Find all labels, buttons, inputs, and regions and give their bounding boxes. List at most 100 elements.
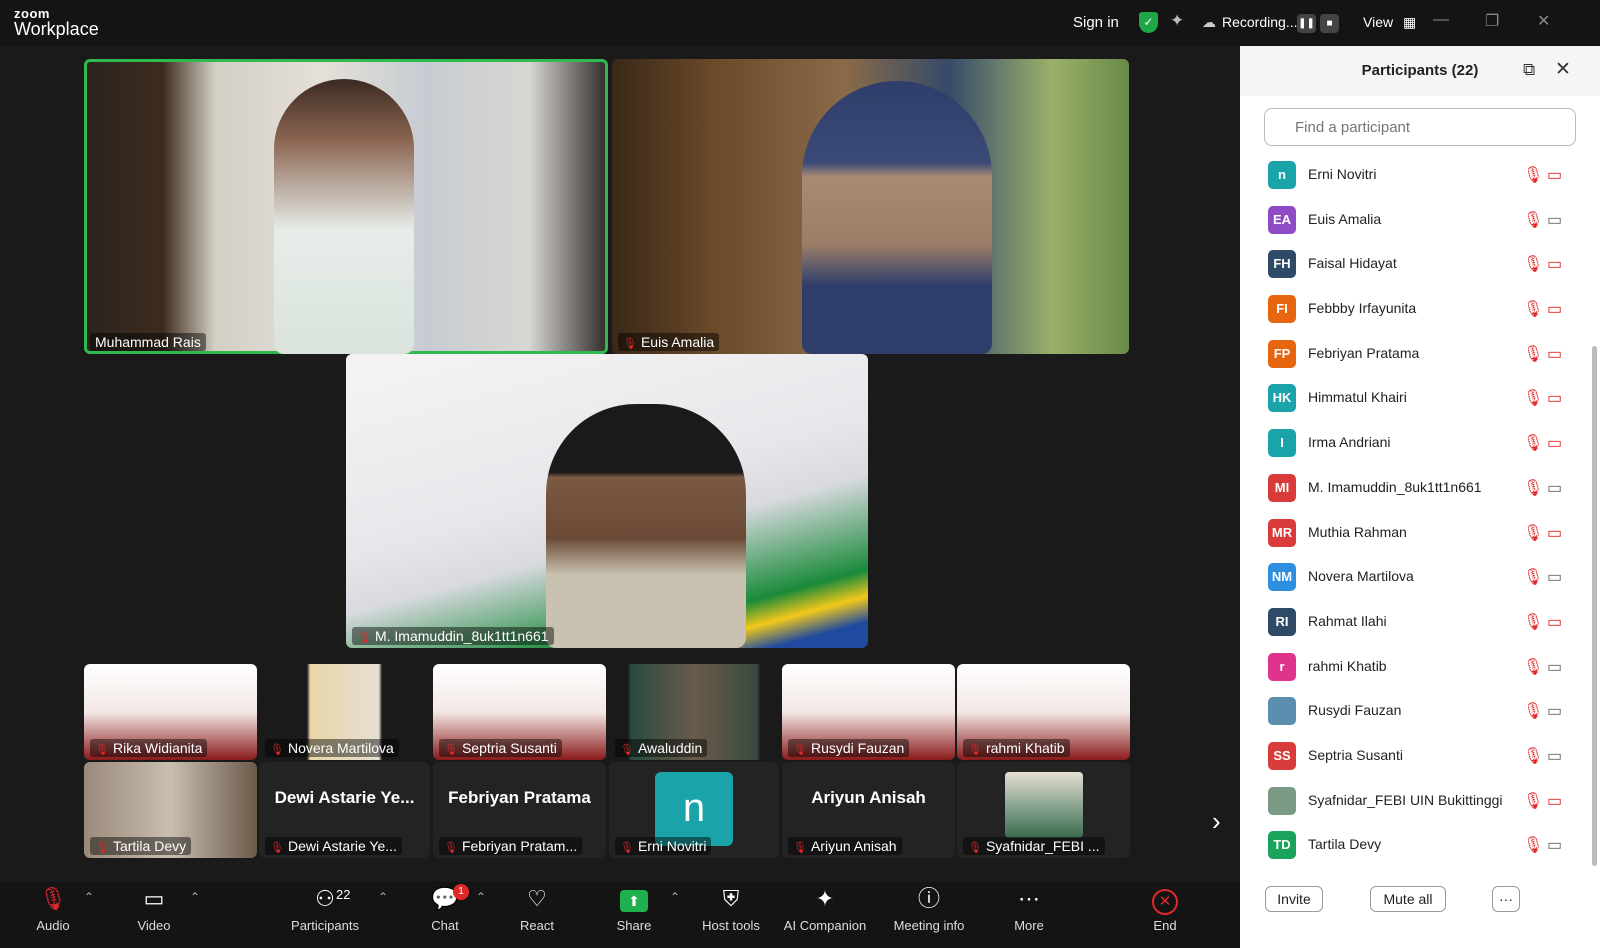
participant-row[interactable]: FH Faisal Hidayat 🎙 ▭ xyxy=(1240,242,1600,287)
popout-icon[interactable]: ⧉ xyxy=(1523,60,1535,80)
participant-row[interactable]: Syafnidar_FEBI UIN Bukittinggi 🎙 ▭ xyxy=(1240,779,1600,824)
gallery-tile[interactable]: Ariyun Anisah 🎙 Ariyun Anisah xyxy=(782,762,955,858)
mic-muted-icon[interactable]: 🎙 xyxy=(1523,523,1543,543)
mic-off-icon: 🎙 xyxy=(620,744,634,756)
video-tile[interactable]: 🎙 Euis Amalia xyxy=(612,59,1129,354)
close-window-icon[interactable]: ✕ xyxy=(1537,11,1550,31)
react-button[interactable]: ♡ React xyxy=(492,882,582,933)
video-tile[interactable]: 🎙 M. Imamuddin_8uk1tt1n661 xyxy=(346,354,868,648)
mic-off-icon: 🎙 xyxy=(270,744,284,756)
mic-muted-icon[interactable]: 🎙 xyxy=(1523,344,1543,364)
participant-row[interactable]: SS Septria Susanti 🎙 ▭ xyxy=(1240,734,1600,779)
mic-muted-icon[interactable]: 🎙 xyxy=(1523,165,1543,185)
mic-muted-icon[interactable]: 🎙 xyxy=(1523,299,1543,319)
participant-row[interactable]: EA Euis Amalia 🎙 ▭ xyxy=(1240,198,1600,243)
gallery-tile[interactable]: Dewi Astarie Ye... 🎙 Dewi Astarie Ye... xyxy=(259,762,430,858)
gallery-tile[interactable]: 🎙 Syafnidar_FEBI ... xyxy=(957,762,1130,858)
participant-row[interactable]: I Irma Andriani 🎙 ▭ xyxy=(1240,421,1600,466)
camera-icon[interactable]: ▭ xyxy=(1547,746,1562,766)
shield-icon[interactable]: ✓ xyxy=(1139,12,1158,33)
gallery-tile[interactable]: 🎙 rahmi Khatib xyxy=(957,664,1130,760)
camera-off-icon[interactable]: ▭ xyxy=(1547,254,1562,274)
chevron-up-icon[interactable]: ⌃ xyxy=(670,890,680,904)
participant-row[interactable]: FI Febbby Irfayunita 🎙 ▭ xyxy=(1240,287,1600,332)
tile-name: 🎙 Novera Martilova xyxy=(265,739,399,757)
camera-icon[interactable]: ▭ xyxy=(1547,210,1562,230)
camera-off-icon[interactable]: ▭ xyxy=(1547,344,1562,364)
gallery-tile[interactable]: 🎙 Septria Susanti xyxy=(433,664,606,760)
camera-icon[interactable]: ▭ xyxy=(1547,835,1562,855)
maximize-icon[interactable]: ❐ xyxy=(1485,11,1499,31)
stop-recording-button[interactable]: ■ xyxy=(1320,14,1339,33)
participant-row[interactable]: MR Muthia Rahman 🎙 ▭ xyxy=(1240,511,1600,556)
grid-icon[interactable]: ▦ xyxy=(1403,14,1416,31)
view-button[interactable]: View xyxy=(1363,14,1393,30)
gallery-tile[interactable]: 🎙 Rusydi Fauzan xyxy=(782,664,955,760)
sign-in-link[interactable]: Sign in xyxy=(1073,14,1119,31)
chevron-up-icon[interactable]: ⌃ xyxy=(190,890,200,904)
mic-muted-icon[interactable]: 🎙 xyxy=(1523,791,1543,811)
camera-off-icon[interactable]: ▭ xyxy=(1547,791,1562,811)
participant-row[interactable]: FP Febriyan Pratama 🎙 ▭ xyxy=(1240,332,1600,377)
video-button[interactable]: ▭ Video xyxy=(109,882,199,933)
meeting-info-button[interactable]: ⓘ Meeting info xyxy=(884,882,974,933)
sparkle-icon[interactable]: ✦ xyxy=(1170,11,1184,31)
chevron-up-icon[interactable]: ⌃ xyxy=(378,890,388,904)
mic-muted-icon[interactable]: 🎙 xyxy=(1523,567,1543,587)
mic-off-icon: 🎙 xyxy=(95,842,109,854)
mic-muted-icon[interactable]: 🎙 xyxy=(1523,835,1543,855)
gallery-tile[interactable]: 🎙 Awaluddin xyxy=(609,664,779,760)
avatar: HK xyxy=(1268,384,1296,413)
camera-icon[interactable]: ▭ xyxy=(1547,657,1562,677)
video-tile-active[interactable]: Muhammad Rais xyxy=(84,59,608,354)
minimize-icon[interactable]: — xyxy=(1433,11,1449,29)
camera-off-icon[interactable]: ▭ xyxy=(1547,433,1562,453)
share-button[interactable]: ⬆ Share xyxy=(589,882,679,933)
mic-muted-icon[interactable]: 🎙 xyxy=(1523,254,1543,274)
mic-muted-icon[interactable]: 🎙 xyxy=(1523,388,1543,408)
participant-row[interactable]: r rahmi Khatib 🎙 ▭ xyxy=(1240,645,1600,690)
end-button[interactable]: ✕ End xyxy=(1120,882,1210,933)
invite-button[interactable]: Invite xyxy=(1265,886,1323,912)
ai-companion-button[interactable]: ✦ AI Companion xyxy=(780,882,870,933)
mic-muted-icon[interactable]: 🎙 xyxy=(1523,746,1543,766)
gallery-tile[interactable]: 🎙 Tartila Devy xyxy=(84,762,257,858)
participant-row[interactable]: MI M. Imamuddin_8uk1tt1n661 🎙 ▭ xyxy=(1240,466,1600,511)
scrollbar[interactable] xyxy=(1592,346,1597,866)
camera-off-icon[interactable]: ▭ xyxy=(1547,523,1562,543)
participants-button[interactable]: ⚇ 22 Participants xyxy=(280,882,370,933)
participant-row[interactable]: NM Novera Martilova 🎙 ▭ xyxy=(1240,555,1600,600)
camera-icon[interactable]: ▭ xyxy=(1547,701,1562,721)
participant-row[interactable]: TD Tartila Devy 🎙 ▭ xyxy=(1240,823,1600,868)
mic-muted-icon[interactable]: 🎙 xyxy=(1523,433,1543,453)
camera-off-icon[interactable]: ▭ xyxy=(1547,165,1562,185)
mic-muted-icon[interactable]: 🎙 xyxy=(1523,701,1543,721)
host-tools-button[interactable]: ⛨ Host tools xyxy=(686,882,776,933)
camera-off-icon[interactable]: ▭ xyxy=(1547,612,1562,632)
mic-muted-icon[interactable]: 🎙 xyxy=(1523,478,1543,498)
gallery-tile[interactable]: n 🎙 Erni Novitri xyxy=(609,762,779,858)
participant-row[interactable]: n Erni Novitri 🎙 ▭ xyxy=(1240,153,1600,198)
close-icon[interactable]: ✕ xyxy=(1555,58,1571,81)
next-page-icon[interactable]: › xyxy=(1212,806,1221,837)
camera-icon[interactable]: ▭ xyxy=(1547,567,1562,587)
participant-row[interactable]: HK Himmatul Khairi 🎙 ▭ xyxy=(1240,376,1600,421)
mic-muted-icon[interactable]: 🎙 xyxy=(1523,612,1543,632)
pause-recording-button[interactable]: ❚❚ xyxy=(1297,14,1316,33)
more-button[interactable]: ⋯ More xyxy=(984,882,1074,933)
gallery-tile[interactable]: 🎙 Rika Widianita xyxy=(84,664,257,760)
more-options-button[interactable]: ··· xyxy=(1492,886,1520,912)
gallery-tile[interactable]: Febriyan Pratama 🎙 Febriyan Pratam... xyxy=(433,762,606,858)
chevron-up-icon[interactable]: ⌃ xyxy=(84,890,94,904)
camera-icon[interactable]: ▭ xyxy=(1547,478,1562,498)
participant-row[interactable]: Rusydi Fauzan 🎙 ▭ xyxy=(1240,689,1600,734)
mute-all-button[interactable]: Mute all xyxy=(1370,886,1446,912)
gallery-tile[interactable]: 🎙 Novera Martilova xyxy=(259,664,430,760)
mic-muted-icon[interactable]: 🎙 xyxy=(1523,210,1543,230)
search-input[interactable] xyxy=(1264,108,1576,146)
participant-row[interactable]: RI Rahmat Ilahi 🎙 ▭ xyxy=(1240,600,1600,645)
chevron-up-icon[interactable]: ⌃ xyxy=(476,890,486,904)
mic-muted-icon[interactable]: 🎙 xyxy=(1523,657,1543,677)
camera-off-icon[interactable]: ▭ xyxy=(1547,388,1562,408)
camera-off-icon[interactable]: ▭ xyxy=(1547,299,1562,319)
